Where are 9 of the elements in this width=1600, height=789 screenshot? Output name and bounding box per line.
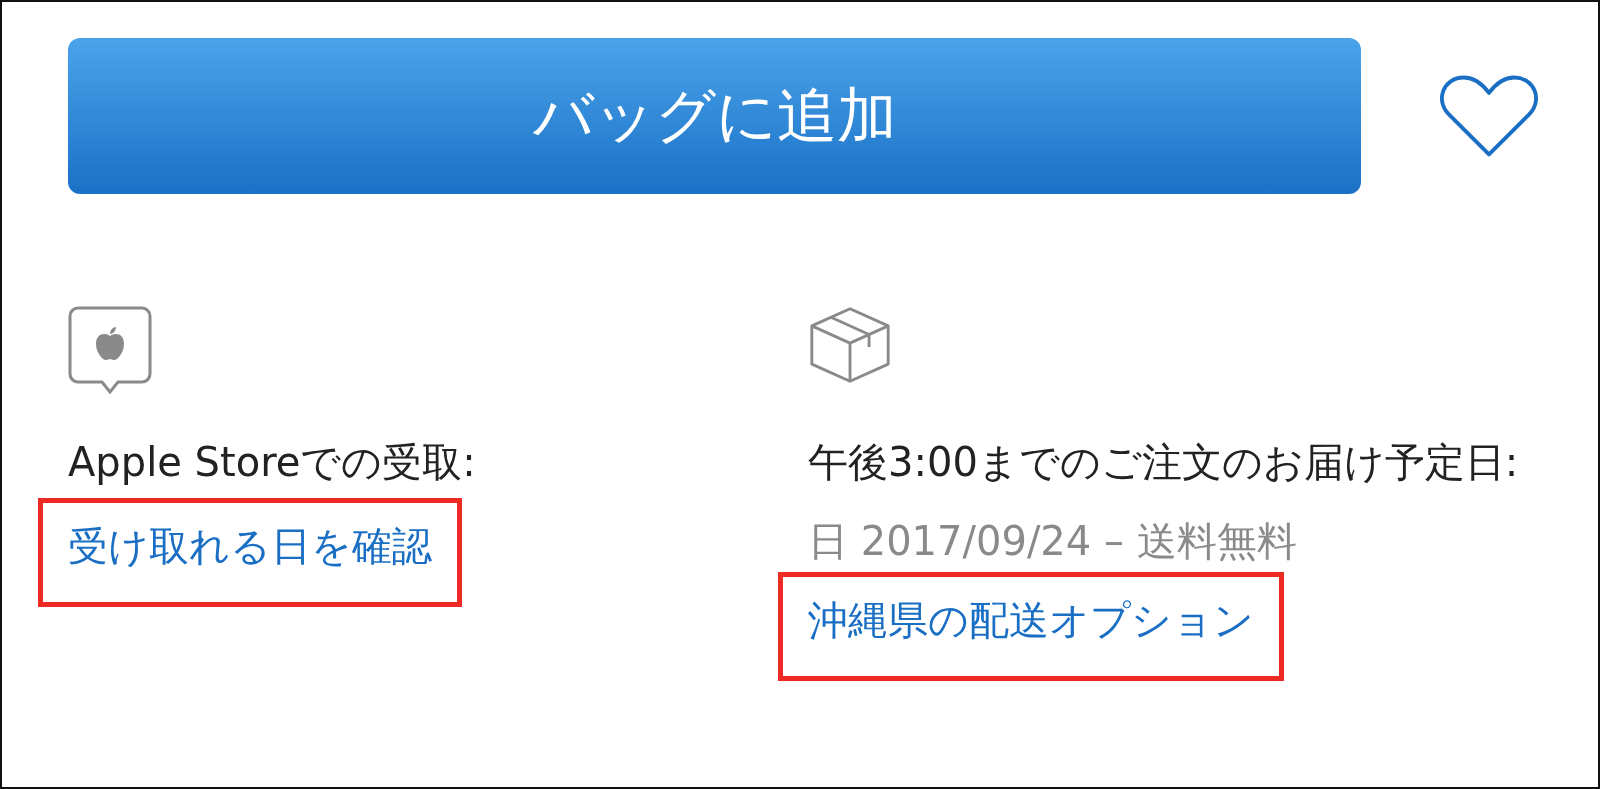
pickup-label: Apple Storeでの受取: [68,438,476,487]
store-bubble-icon [68,306,152,394]
heart-icon[interactable] [1439,73,1539,159]
check-pickup-date-link[interactable]: 受け取れる日を確認 [68,523,432,569]
delivery-date: 日 2017/09/24 – 送料無料 [808,517,1297,566]
delivery-label: 午後3:00までのご注文のお届け予定日: [808,438,1520,487]
add-to-bag-button[interactable]: バッグに追加 [68,38,1361,194]
package-icon [808,306,892,384]
delivery-options-link[interactable]: 沖縄県の配送オプション [808,597,1254,643]
